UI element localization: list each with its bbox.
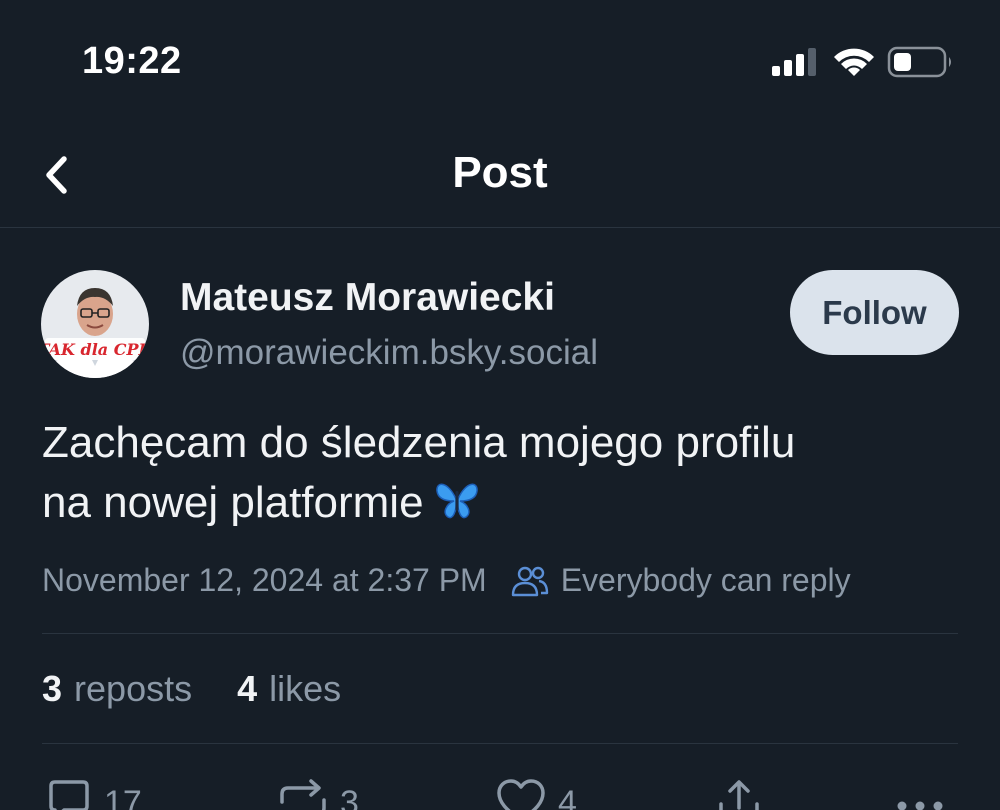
repost-button[interactable]: 3 (278, 778, 359, 810)
share-icon (719, 780, 759, 810)
wifi-icon (834, 48, 874, 76)
reposts-label: reposts (74, 668, 193, 709)
post-text-line-1: Zachęcam do śledzenia mojego profilu (42, 418, 796, 467)
post-stats: 3 reposts 4 likes (42, 668, 341, 710)
follow-button[interactable]: Follow (790, 270, 959, 355)
page-title: Post (452, 148, 548, 197)
likes-stat[interactable]: 4 likes (237, 668, 341, 710)
divider (42, 633, 958, 634)
like-button[interactable]: 4 (496, 778, 577, 810)
reply-count: 17 (104, 784, 142, 810)
like-count: 4 (558, 784, 577, 810)
butterfly-icon (434, 477, 480, 539)
reposts-stat[interactable]: 3 reposts (42, 668, 192, 710)
avatar-text: TAK dla CPK (41, 340, 149, 359)
share-button[interactable] (716, 778, 762, 810)
likes-label: likes (269, 668, 342, 709)
avatar[interactable]: TAK dla CPK (41, 270, 149, 378)
divider (42, 743, 958, 744)
post-text-line-2: na nowej platformie (42, 473, 962, 539)
action-bar: 17 3 4 (42, 778, 960, 810)
post-timestamp: November 12, 2024 at 2:37 PM (42, 562, 487, 598)
likes-count: 4 (237, 668, 258, 709)
repost-count: 3 (340, 784, 359, 810)
status-time: 19:22 (82, 40, 182, 82)
reply-button[interactable]: 17 (46, 778, 142, 810)
author-handle[interactable]: @morawieckim.bsky.social (180, 333, 598, 373)
repost-icon (280, 779, 326, 810)
post-text: Zachęcam do śledzenia mojego profilu na … (42, 413, 962, 539)
comment-icon (49, 780, 89, 810)
author-name[interactable]: Mateusz Morawiecki (180, 276, 555, 320)
heart-icon (497, 779, 545, 810)
cellular-signal-icon (772, 48, 816, 76)
people-icon (511, 566, 548, 596)
more-button[interactable] (894, 778, 946, 810)
reply-setting-label: Everybody can reply (560, 562, 851, 598)
reposts-count: 3 (42, 668, 63, 709)
reply-setting[interactable]: Everybody can reply (511, 562, 851, 599)
more-icon (897, 801, 943, 810)
post-text-line-2-text: na nowej platformie (42, 478, 424, 527)
status-icons (772, 44, 952, 80)
battery-icon (887, 46, 951, 78)
post-meta: November 12, 2024 at 2:37 PM Everybody c… (42, 562, 851, 599)
header-divider (0, 227, 1000, 228)
